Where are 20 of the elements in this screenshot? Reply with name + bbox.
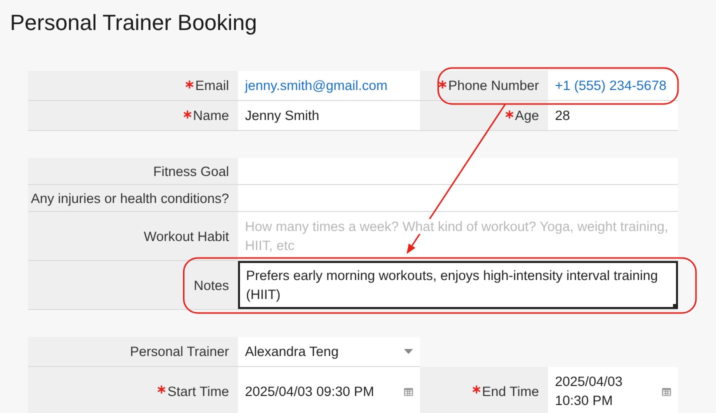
dropdown[interactable]: Alexandra Teng bbox=[238, 337, 420, 367]
field-label: Age bbox=[514, 108, 539, 123]
field-label: Notes bbox=[194, 278, 229, 292]
field-label: Email bbox=[195, 78, 229, 93]
input-field[interactable]: jenny.smith@gmail.com bbox=[238, 71, 420, 101]
field-label: Fitness Goal bbox=[153, 164, 229, 178]
input-field[interactable]: Jenny Smith bbox=[238, 101, 420, 131]
input-field[interactable]: 28 bbox=[548, 101, 678, 131]
page-title: Personal Trainer Booking bbox=[9, 9, 258, 36]
date-field[interactable]: 2025/04/03 10:30 PM bbox=[548, 367, 678, 413]
field-label: Workout Habit bbox=[144, 228, 229, 244]
field-label: Personal Trainer bbox=[130, 344, 229, 359]
field-label: Name bbox=[192, 108, 229, 123]
field-label: Phone Number bbox=[448, 78, 539, 93]
date-field[interactable]: 2025/04/03 09:30 PM bbox=[238, 367, 420, 413]
text-area[interactable]: Prefers early morning workouts, enjoys high-intensity interval training (HIIT) bbox=[238, 261, 678, 310]
field-label: Any injuries or health conditions? bbox=[30, 190, 229, 206]
field-label: Start Time bbox=[167, 384, 229, 398]
field-label: End Time bbox=[482, 384, 539, 398]
input-field[interactable]: +1 (555) 234-5678 bbox=[548, 71, 678, 101]
